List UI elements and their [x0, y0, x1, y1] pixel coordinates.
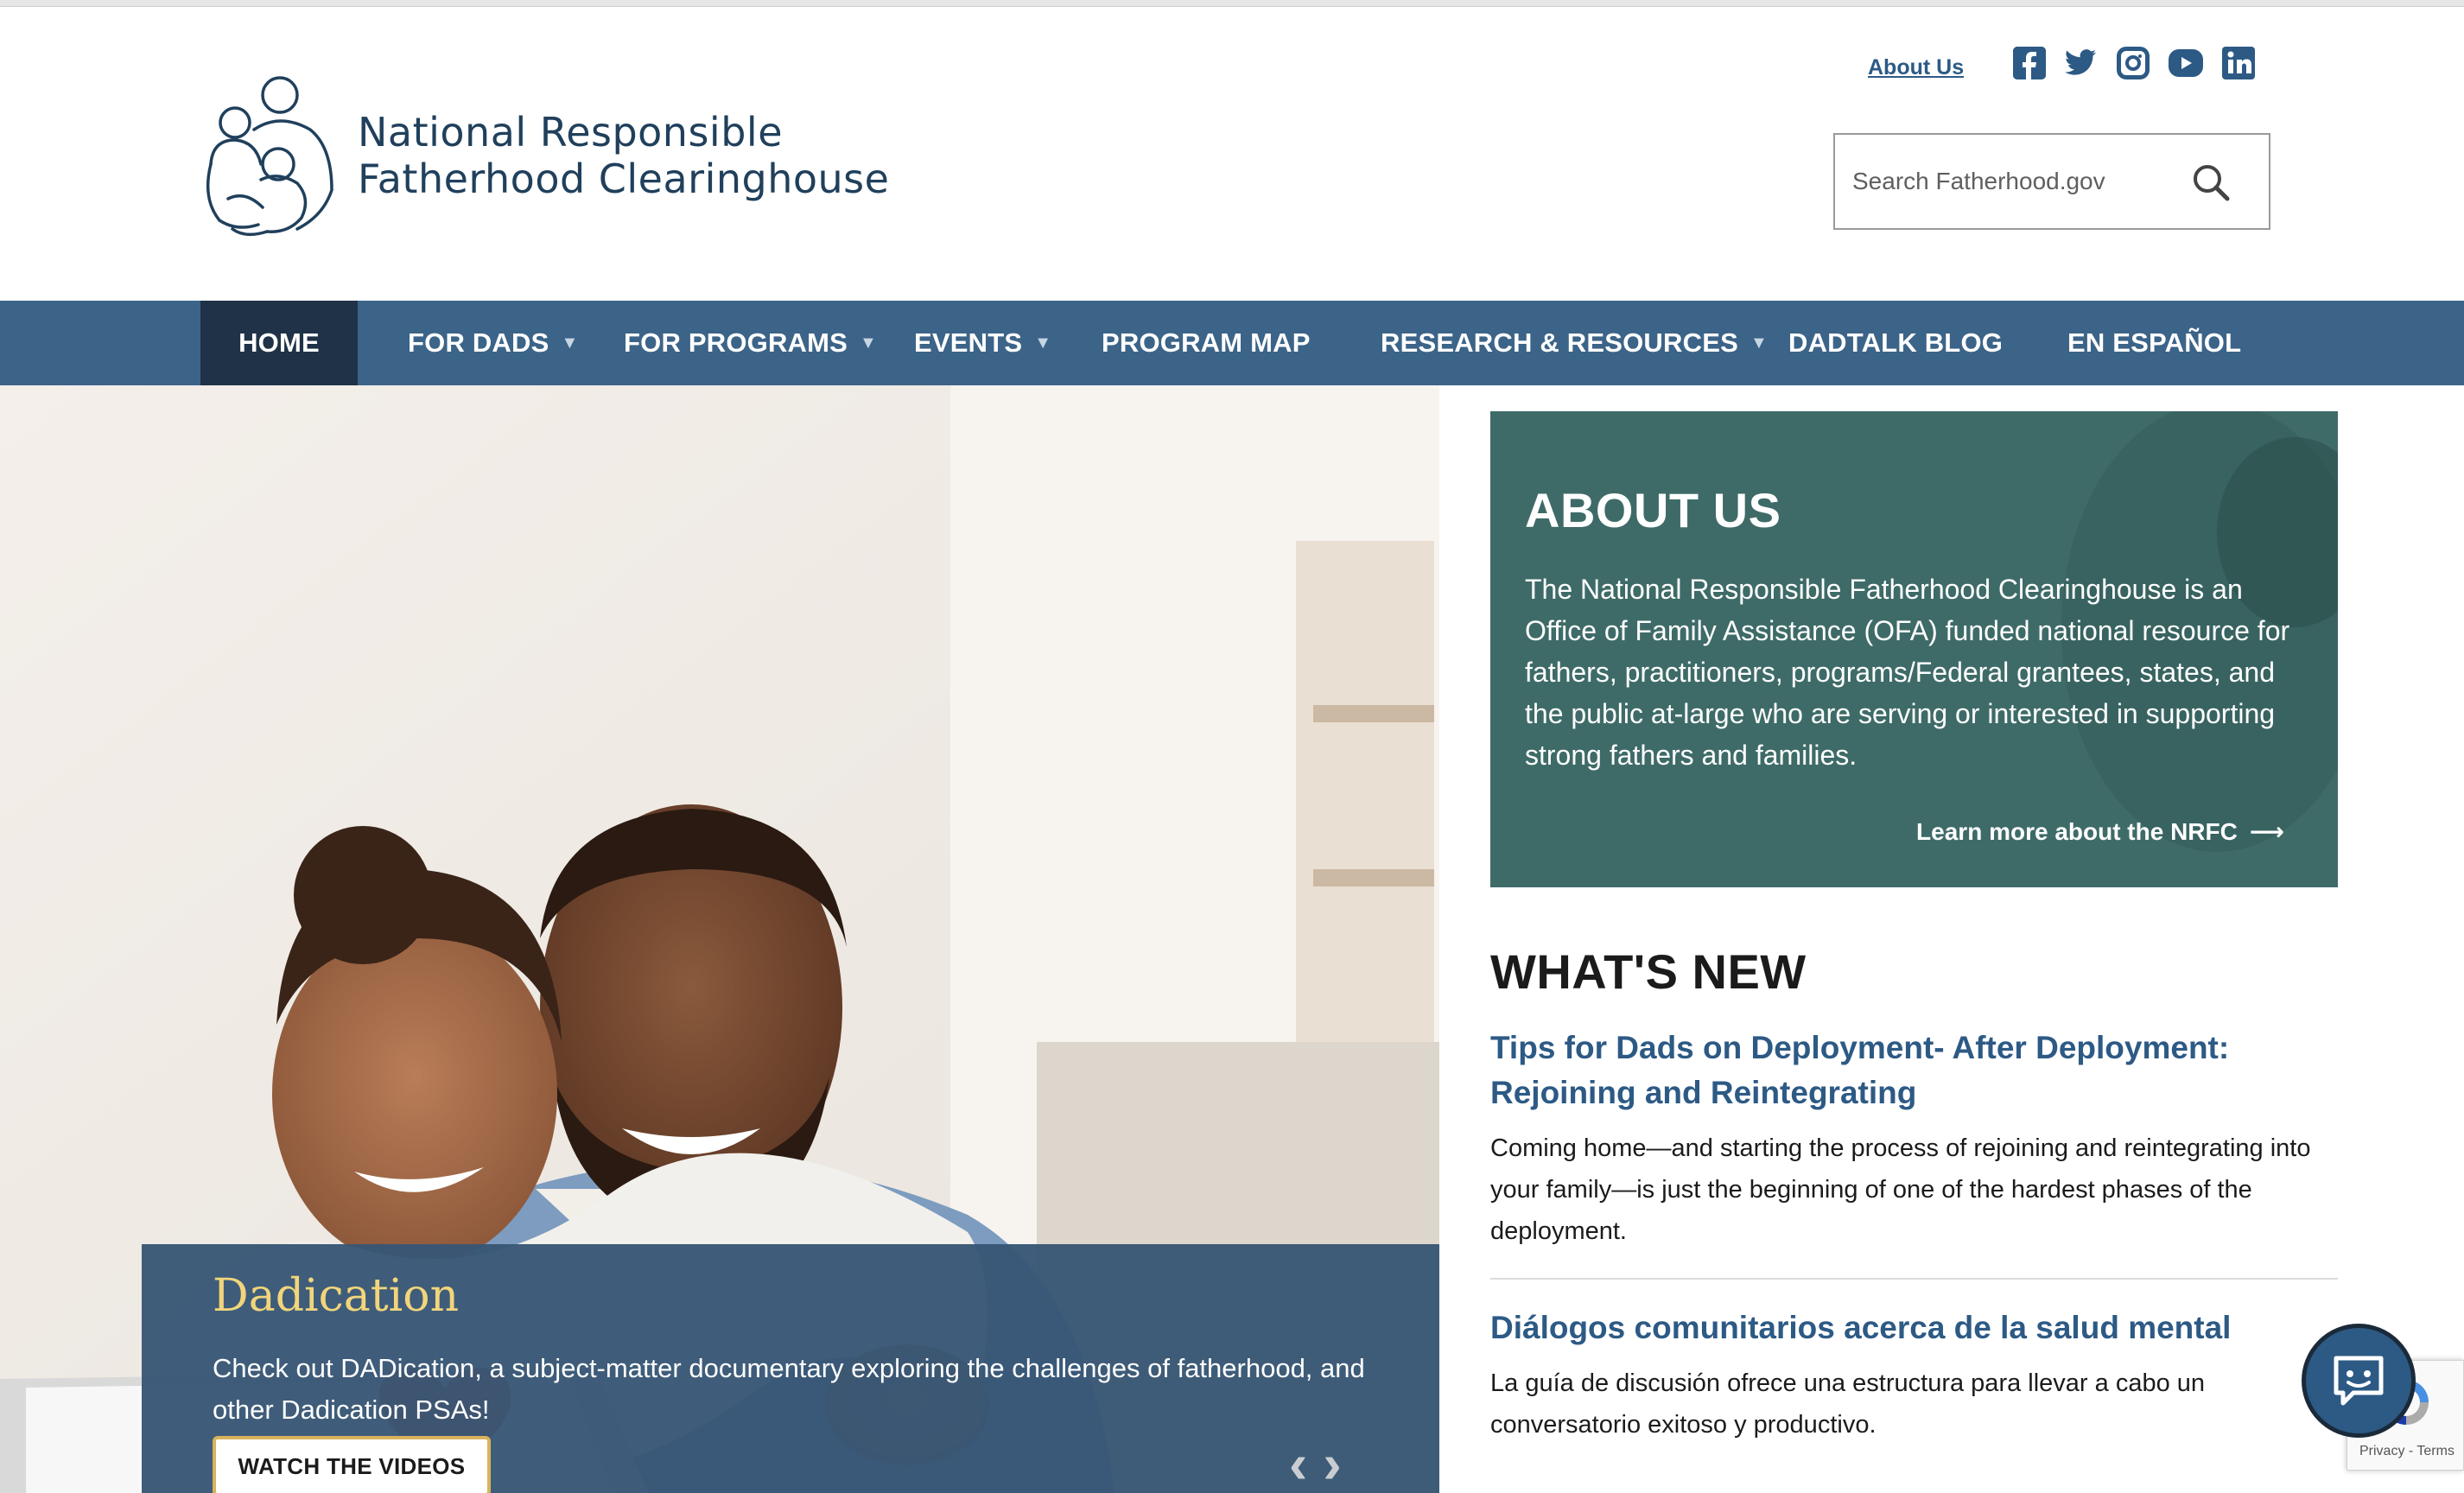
chevron-left-icon[interactable]: ‹: [1289, 1436, 1307, 1491]
site-logo[interactable]: National Responsible Fatherhood Clearing…: [194, 69, 889, 242]
hero-carousel: Dadication Check out DADication, a subje…: [0, 385, 1439, 1493]
dropdown-caret-icon: ▼: [561, 333, 579, 353]
dropdown-caret-icon: ▼: [1750, 333, 1768, 353]
nav-dadtalk-blog[interactable]: DADTALK BLOG: [1788, 301, 2003, 385]
recaptcha-links[interactable]: Privacy - Terms: [2359, 1444, 2454, 1459]
nav-events[interactable]: EVENTS ▼: [914, 301, 1051, 385]
nav-for-dads[interactable]: FOR DADS ▼: [408, 301, 579, 385]
linkedin-icon[interactable]: [2222, 47, 2255, 79]
about-us-heading: ABOUT US: [1525, 483, 1781, 537]
site-name-line1: National Responsible: [358, 109, 783, 156]
about-us-link[interactable]: About Us: [1868, 55, 1964, 80]
watch-videos-button[interactable]: WATCH THE VIDEOS: [213, 1436, 491, 1493]
nav-for-programs[interactable]: FOR PROGRAMS ▼: [624, 301, 877, 385]
news-item-title[interactable]: Diálogos comunitarios acerca de la salud…: [1490, 1306, 2338, 1350]
search-box: [1833, 133, 2270, 230]
social-links: [2013, 47, 2255, 79]
browser-top-edge: [0, 0, 2464, 7]
learn-more-link[interactable]: Learn more about the NRFC ⟶: [1916, 817, 2284, 846]
dropdown-caret-icon: ▼: [860, 333, 878, 353]
nav-program-map[interactable]: PROGRAM MAP: [1102, 301, 1311, 385]
about-us-card: ABOUT US The National Responsible Father…: [1490, 411, 2338, 887]
chevron-right-icon[interactable]: ›: [1323, 1436, 1341, 1491]
chat-icon: [2334, 1356, 2384, 1406]
nav-for-dads-label: FOR DADS: [408, 327, 549, 358]
arrow-right-icon: ⟶: [2249, 818, 2284, 845]
site-name-line2: Fatherhood Clearinghouse: [358, 156, 890, 202]
nav-en-espanol-label: EN ESPAÑOL: [2067, 327, 2242, 358]
family-logo-icon: [206, 76, 333, 237]
nav-for-programs-label: FOR PROGRAMS: [624, 327, 848, 358]
whats-new-section: WHAT'S NEW Tips for Dads on Deployment- …: [1490, 943, 2338, 1445]
nav-research-resources[interactable]: RESEARCH & RESOURCES ▼: [1381, 301, 1768, 385]
nav-program-map-label: PROGRAM MAP: [1102, 327, 1311, 358]
news-item-summary: Coming home—and starting the process of …: [1490, 1134, 2311, 1245]
carousel-controls: ‹ ›: [1289, 1436, 1342, 1491]
nav-research-resources-label: RESEARCH & RESOURCES: [1381, 327, 1738, 358]
youtube-icon[interactable]: [2169, 49, 2203, 77]
news-item: Tips for Dads on Deployment- After Deplo…: [1490, 1026, 2338, 1252]
site-name: National Responsible Fatherhood Clearing…: [358, 109, 889, 202]
news-item: Diálogos comunitarios acerca de la salud…: [1490, 1306, 2338, 1445]
news-item-title[interactable]: Tips for Dads on Deployment- After Deplo…: [1490, 1026, 2338, 1115]
hero-caption: Dadication Check out DADication, a subje…: [142, 1244, 1439, 1493]
nav-home[interactable]: HOME: [200, 301, 358, 385]
nav-dadtalk-blog-label: DADTALK BLOG: [1788, 327, 2004, 358]
learn-more-label: Learn more about the NRFC: [1916, 817, 2238, 845]
whats-new-heading: WHAT'S NEW: [1490, 944, 1807, 999]
nav-en-espanol[interactable]: EN ESPAÑOL: [2067, 301, 2241, 385]
hero-title: Dadication: [213, 1270, 460, 1322]
facebook-icon[interactable]: [2013, 47, 2046, 79]
search-icon[interactable]: [2189, 161, 2234, 206]
hero-description: Check out DADication, a subject-matter d…: [213, 1353, 1365, 1425]
twitter-icon[interactable]: [2065, 47, 2098, 79]
site-header: National Responsible Fatherhood Clearing…: [0, 7, 2464, 301]
news-item-summary: La guía de discusión ofrece una estructu…: [1490, 1369, 2206, 1439]
instagram-icon[interactable]: [2117, 47, 2150, 79]
nav-home-label: HOME: [238, 327, 320, 358]
divider: [1490, 1278, 2338, 1280]
about-us-text: The National Responsible Fatherhood Clea…: [1525, 574, 2290, 771]
chat-button[interactable]: [2302, 1324, 2416, 1438]
main-navigation: HOME FOR DADS ▼ FOR PROGRAMS ▼ EVENTS ▼ …: [0, 301, 2464, 385]
nav-events-label: EVENTS: [914, 327, 1023, 358]
search-input[interactable]: [1852, 162, 2198, 200]
dropdown-caret-icon: ▼: [1034, 333, 1052, 353]
